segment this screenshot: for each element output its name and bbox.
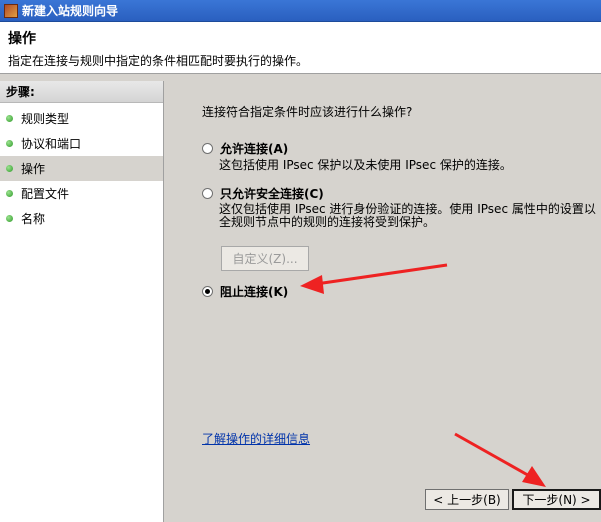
next-button[interactable]: 下一步(N) > xyxy=(512,489,601,510)
action-question: 连接符合指定条件时应该进行什么操作? xyxy=(202,105,413,119)
step-label: 名称 xyxy=(21,212,46,226)
option-description: 这仅包括使用 IPsec 进行身份验证的连接。使用 IPsec 属性中的设置以 … xyxy=(219,203,596,229)
radio-indicator[interactable] xyxy=(202,286,213,297)
step-label: 协议和端口 xyxy=(21,137,82,151)
back-button[interactable]: < 上一步(B) xyxy=(425,489,509,510)
steps-sidebar: 步骤: 规则类型 协议和端口 操作 配置文件 名称 xyxy=(0,81,164,522)
step-bullet-icon xyxy=(6,140,13,147)
customize-button[interactable]: 自定义(Z)... xyxy=(221,246,309,271)
allow-secure-radio[interactable]: 只允许安全连接(C) xyxy=(202,185,324,202)
option-description-line: 全规则节点中的规则的连接将受到保护。 xyxy=(219,215,436,229)
radio-indicator[interactable] xyxy=(202,188,213,199)
step-bullet-icon xyxy=(6,165,13,172)
step-label: 配置文件 xyxy=(21,187,70,201)
page-title: 操作 xyxy=(8,31,36,47)
step-label: 规则类型 xyxy=(21,112,70,126)
option-description: 这包括使用 IPsec 保护以及未使用 IPsec 保护的连接。 xyxy=(219,158,512,172)
option-label[interactable]: 只允许安全连接(C) xyxy=(220,185,324,202)
learn-more-link[interactable]: 了解操作的详细信息 xyxy=(202,430,310,447)
step-rule-type[interactable]: 规则类型 xyxy=(0,106,163,131)
steps-title: 步骤: xyxy=(0,81,163,103)
step-bullet-icon xyxy=(6,115,13,122)
step-name[interactable]: 名称 xyxy=(0,206,163,231)
allow-connection-radio[interactable]: 允许连接(A) xyxy=(202,140,288,157)
step-action[interactable]: 操作 xyxy=(0,156,163,181)
option-label[interactable]: 阻止连接(K) xyxy=(220,283,288,300)
step-protocol-port[interactable]: 协议和端口 xyxy=(0,131,163,156)
firewall-icon xyxy=(4,3,18,18)
block-connection-radio[interactable]: 阻止连接(K) xyxy=(202,283,288,300)
wizard-content: 连接符合指定条件时应该进行什么操作? 允许连接(A) 这包括使用 IPsec 保… xyxy=(180,81,601,522)
page-description: 指定在连接与规则中指定的条件相匹配时要执行的操作。 xyxy=(8,54,309,68)
window-titlebar: 新建入站规则向导 xyxy=(0,0,601,22)
wizard-header: 操作 指定在连接与规则中指定的条件相匹配时要执行的操作。 xyxy=(0,22,601,74)
step-label: 操作 xyxy=(21,162,46,176)
window-title: 新建入站规则向导 xyxy=(22,4,119,18)
step-profile[interactable]: 配置文件 xyxy=(0,181,163,206)
option-label[interactable]: 允许连接(A) xyxy=(220,140,288,157)
step-bullet-icon xyxy=(6,215,13,222)
step-bullet-icon xyxy=(6,190,13,197)
radio-indicator[interactable] xyxy=(202,143,213,154)
